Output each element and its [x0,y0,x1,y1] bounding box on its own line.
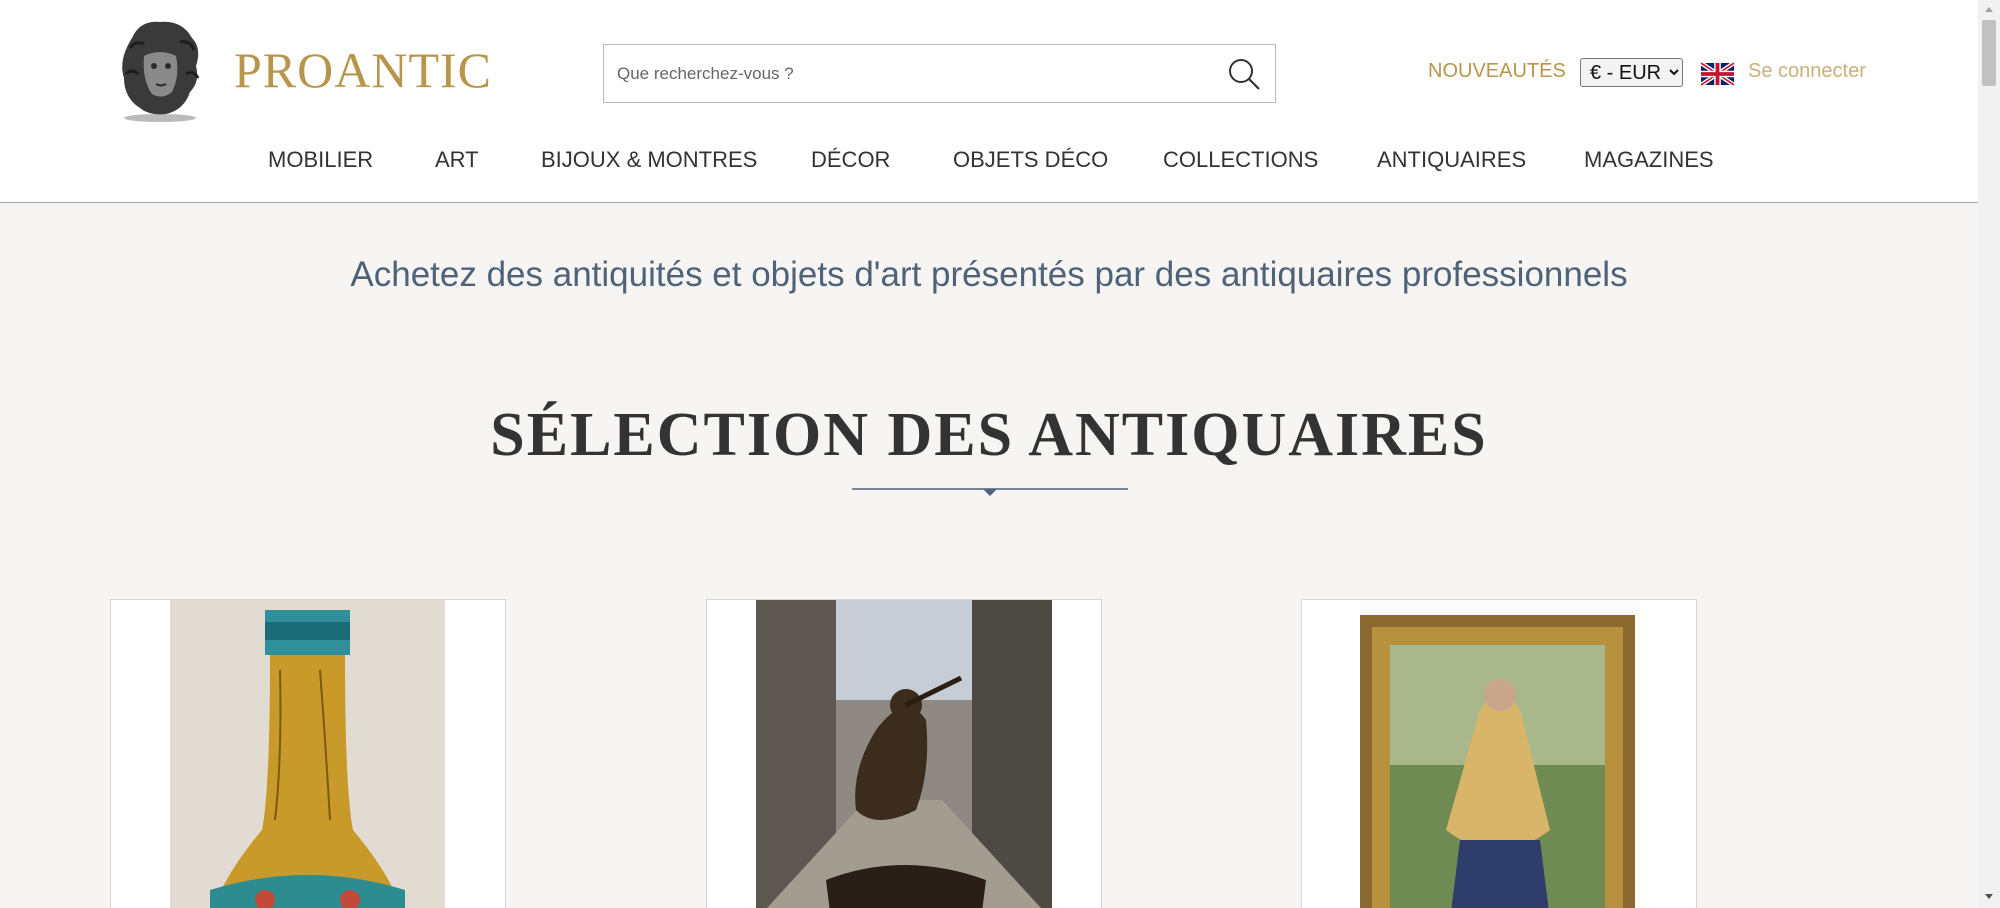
uk-flag-icon[interactable] [1701,62,1734,86]
product-image-vase[interactable] [170,600,445,908]
title-divider [852,488,1128,496]
nav-item-bijoux-montres[interactable]: BIJOUX & MONTRES [541,147,757,173]
section-title: SÉLECTION DES ANTIQUAIRES [490,401,1488,469]
site-logo[interactable]: PROANTIC [110,18,492,122]
product-image-framed-painting[interactable] [1360,600,1640,908]
nav-item-collections[interactable]: COLLECTIONS [1163,147,1318,173]
nav-item-objets-deco[interactable]: OBJETS DÉCO [953,147,1108,173]
search-input[interactable] [604,45,1204,102]
site-header: PROANTIC NOUVEAUTÉS € - EUR Se connecter… [0,0,1978,203]
nav-item-art[interactable]: ART [435,147,479,173]
brand-name: PROANTIC [234,42,493,98]
nav-item-magazines[interactable]: MAGAZINES [1584,147,1714,173]
scroll-up-arrow-icon[interactable] [1978,0,2000,18]
product-card[interactable] [1301,599,1697,908]
login-link[interactable]: Se connecter [1748,60,1866,83]
nav-item-decor[interactable]: DÉCOR [811,147,890,173]
scroll-down-arrow-icon[interactable] [1978,888,2000,906]
nav-item-mobilier[interactable]: MOBILIER [268,147,373,173]
site-tagline: Achetez des antiquités et objets d'art p… [350,255,1628,294]
nav-item-antiquaires[interactable]: ANTIQUAIRES [1377,147,1526,173]
product-image-bronze-statue[interactable] [756,600,1052,908]
scroll-thumb[interactable] [1982,20,1996,86]
bust-logo-icon [122,21,200,122]
currency-select[interactable]: € - EUR [1580,58,1683,87]
page-scrollbar[interactable] [1978,0,2000,908]
search-bar [603,44,1276,103]
product-card[interactable] [110,599,506,908]
main-nav: MOBILIER ART BIJOUX & MONTRES DÉCOR OBJE… [0,147,1978,183]
search-icon[interactable] [1227,57,1261,91]
new-items-link[interactable]: NOUVEAUTÉS [1428,60,1566,83]
product-card[interactable] [706,599,1102,908]
